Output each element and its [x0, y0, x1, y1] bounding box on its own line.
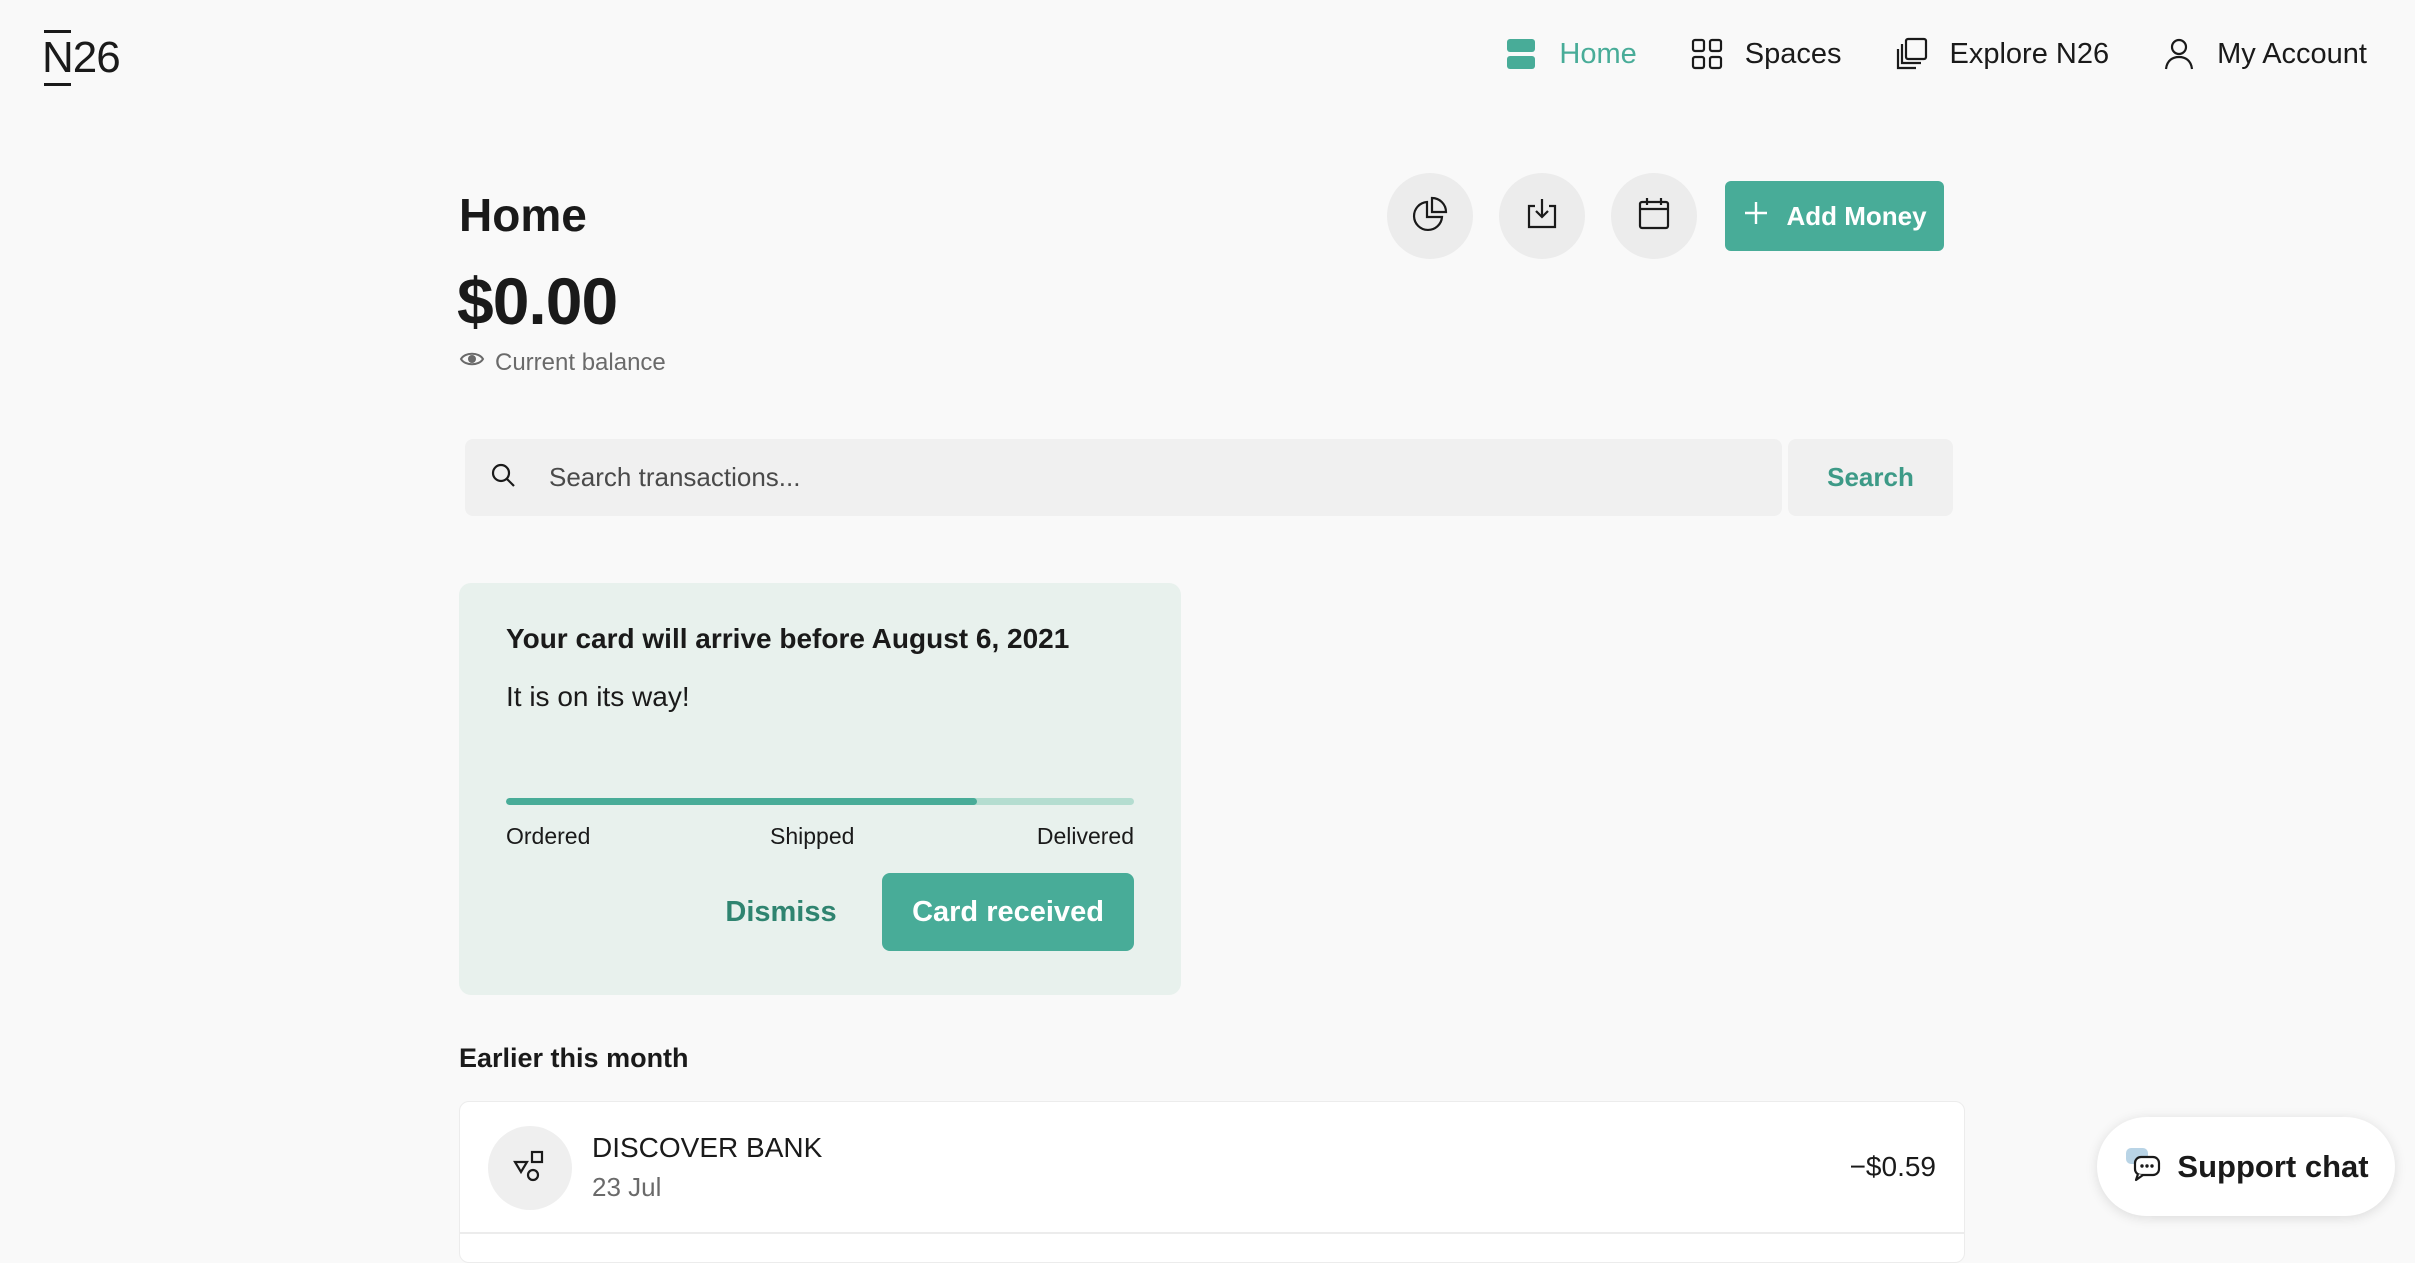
transaction-row[interactable]: DISCOVER BANK 23 Jul −$0.59	[460, 1102, 1964, 1234]
plus-icon	[1742, 199, 1770, 234]
support-chat-label: Support chat	[2177, 1148, 2369, 1184]
account-icon	[2161, 36, 2197, 72]
statistics-button[interactable]	[1387, 173, 1473, 259]
step-ordered: Ordered	[506, 823, 591, 849]
transaction-name: DISCOVER BANK	[592, 1132, 823, 1163]
card-delivery-title: Your card will arrive before August 6, 2…	[506, 623, 1070, 654]
step-shipped: Shipped	[770, 823, 855, 849]
explore-icon	[1894, 36, 1930, 72]
balance-label-row[interactable]: Current balance	[459, 346, 666, 379]
nav-label-spaces: Spaces	[1744, 37, 1842, 70]
delivery-progress-bar	[506, 798, 1134, 805]
logo-digits: 26	[72, 33, 121, 82]
download-button[interactable]	[1499, 173, 1585, 259]
add-money-button[interactable]: Add Money	[1725, 181, 1944, 251]
spaces-icon	[1689, 36, 1725, 72]
delivery-progress-fill	[506, 798, 977, 805]
transaction-date: 23 Jul	[592, 1172, 662, 1202]
search-input[interactable]	[547, 438, 1782, 517]
page-title: Home	[459, 189, 587, 241]
eye-icon[interactable]	[459, 346, 485, 379]
card-delivery-subtitle: It is on its way!	[506, 681, 690, 712]
search-icon	[465, 461, 547, 494]
balance-label-text: Current balance	[495, 348, 666, 376]
support-chat-button[interactable]: Support chat	[2097, 1117, 2395, 1216]
step-delivered: Delivered	[1036, 823, 1134, 849]
transactions-list: DISCOVER BANK 23 Jul −$0.59	[459, 1101, 1965, 1263]
n26-logo[interactable]: N 26	[42, 30, 121, 86]
logo-n-letter: N	[42, 30, 74, 86]
header-actions: Add Money	[1387, 173, 1944, 259]
search-bar	[465, 438, 1782, 517]
nav-item-explore[interactable]: Explore N26	[1894, 36, 2110, 72]
nav-label-my-account: My Account	[2217, 37, 2367, 70]
add-money-label: Add Money	[1786, 200, 1927, 231]
nav-item-home[interactable]: Home	[1503, 36, 1637, 72]
balance-amount: $0.00	[457, 264, 618, 338]
calendar-icon	[1635, 195, 1673, 238]
download-icon	[1523, 195, 1561, 238]
dismiss-button[interactable]: Dismiss	[701, 873, 861, 951]
transaction-amount: −$0.59	[1849, 1151, 1936, 1182]
nav-label-home: Home	[1559, 37, 1637, 70]
delivery-steps: Ordered Shipped Delivered	[506, 823, 1134, 855]
chat-bubbles-icon	[2123, 1143, 2163, 1191]
nav-item-my-account[interactable]: My Account	[2161, 36, 2367, 72]
transfer-shapes-icon	[511, 1147, 549, 1190]
search-button[interactable]: Search	[1788, 439, 1953, 516]
card-delivery-panel: Your card will arrive before August 6, 2…	[459, 583, 1181, 995]
card-received-button[interactable]: Card received	[882, 873, 1134, 951]
statistics-pie-chart-icon	[1411, 195, 1449, 238]
calendar-button[interactable]	[1611, 173, 1697, 259]
transactions-section-title: Earlier this month	[459, 1043, 689, 1073]
top-navigation: Home Spaces Explore N26 My Account	[1503, 36, 2367, 72]
transaction-avatar	[488, 1126, 572, 1210]
nav-label-explore: Explore N26	[1949, 37, 2110, 70]
nav-item-spaces[interactable]: Spaces	[1689, 36, 1842, 72]
home-icon	[1503, 36, 1539, 72]
